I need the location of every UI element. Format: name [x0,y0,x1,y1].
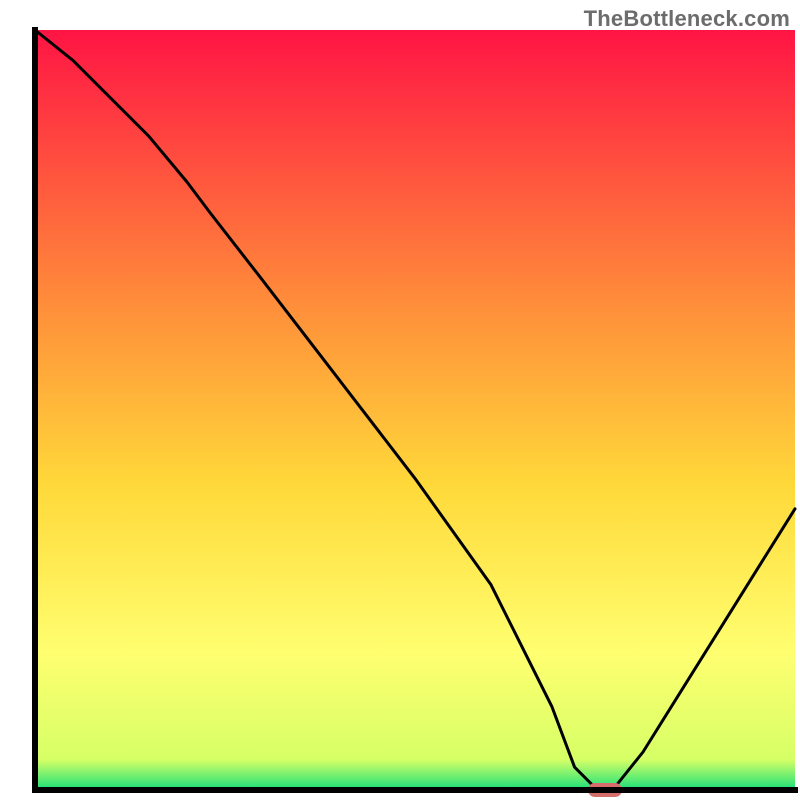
chart-container: TheBottleneck.com [0,0,800,800]
bottleneck-chart [0,0,800,800]
watermark-label: TheBottleneck.com [584,6,790,32]
